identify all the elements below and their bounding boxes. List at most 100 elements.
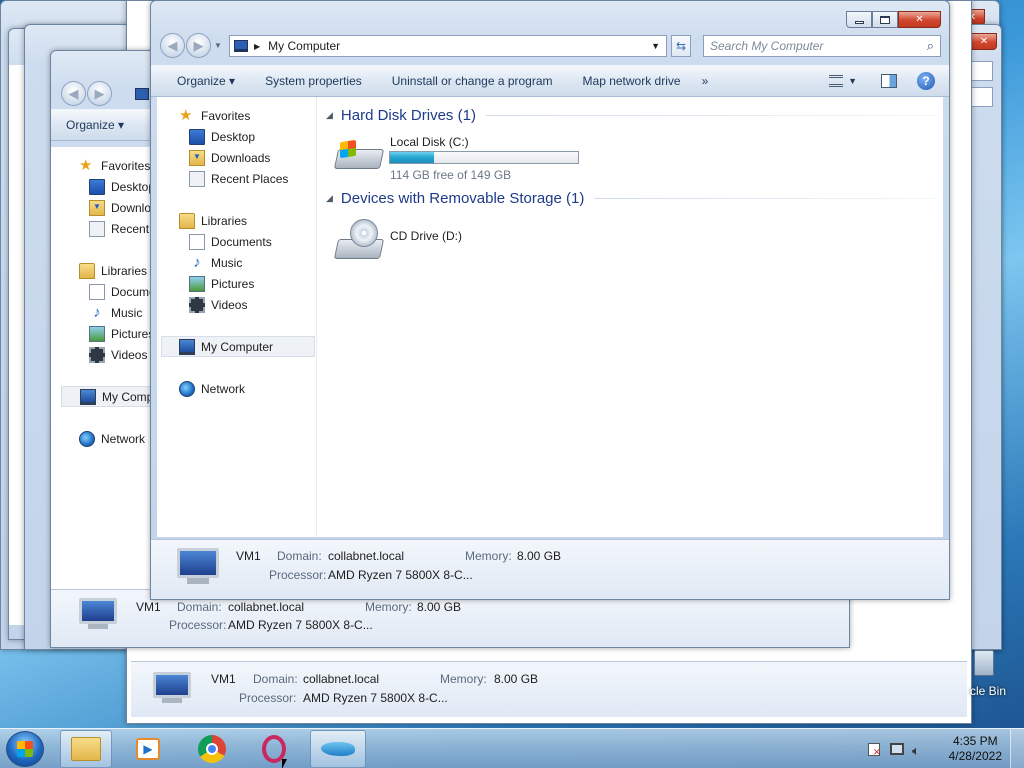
drive-local-disk-c[interactable]: Local Disk (C:) 114 GB free of 149 GB <box>333 131 594 182</box>
search-input[interactable]: Search My Computer ⌕ <box>703 35 941 57</box>
nav-videos[interactable]: Videos <box>189 294 247 315</box>
my-computer-window[interactable]: ✕ ◀ ▶ ▼ ▶ My Computer ▼ ⇆ Search My Comp… <box>150 0 950 600</box>
nav-desktop[interactable]: Desktop <box>189 126 255 147</box>
details-processor-value: AMD Ryzen 7 5800X 8-C... <box>328 568 473 582</box>
back-button[interactable]: ◀ <box>160 33 185 58</box>
address-bar[interactable]: ▶ My Computer ▼ <box>229 35 667 57</box>
details-domain-label: Domain: <box>177 600 222 614</box>
nav-music[interactable]: ♪ Music <box>89 302 142 323</box>
chrome-icon <box>198 735 226 763</box>
close-button[interactable]: ✕ <box>898 11 941 28</box>
maximize-icon <box>880 15 890 24</box>
navigation-pane: ★Favorites Desktop Downloads Recent Plac… <box>157 97 317 537</box>
computer-icon <box>179 338 195 355</box>
group-removable-storage[interactable]: ◢ Devices with Removable Storage (1) <box>326 190 938 207</box>
title-bar[interactable]: ✕ <box>151 1 949 29</box>
nav-network[interactable]: Network <box>79 428 145 449</box>
details-computer-name: VM1 <box>211 672 236 686</box>
nav-favorites[interactable]: ★ Favorites <box>79 155 150 176</box>
network-icon <box>79 430 95 447</box>
nav-documents[interactable]: Documents <box>189 231 272 252</box>
nav-pictures[interactable]: Pictures <box>89 323 154 344</box>
taskbar-opera[interactable] <box>248 730 300 768</box>
nav-recent[interactable]: Recent <box>89 218 149 239</box>
nav-downloads[interactable]: Downlo <box>89 197 151 218</box>
map-network-drive-button[interactable]: Map network drive <box>568 74 696 88</box>
recycle-bin-label: cle Bin <box>970 684 1007 698</box>
nav-libraries[interactable]: Libraries <box>79 260 147 281</box>
nav-recent-places[interactable]: Recent Places <box>189 168 288 189</box>
nav-favorites[interactable]: ★ Favorites <box>179 105 250 126</box>
address-dropdown-icon[interactable]: ▼ <box>651 41 660 51</box>
taskbar-media-player[interactable]: ▶ <box>122 730 174 768</box>
maximize-button[interactable] <box>872 11 898 28</box>
bottom-window-details-pane: VM1 Domain: collabnet.local Memory: 8.00… <box>131 661 967 717</box>
collapse-icon[interactable]: ◢ <box>326 110 333 121</box>
nav-music[interactable]: ♪ Music <box>189 252 242 273</box>
preview-pane-icon[interactable] <box>881 74 897 88</box>
nav-network[interactable]: Network <box>179 378 245 399</box>
drive-cd-d[interactable]: CD Drive (D:) <box>333 215 534 265</box>
downloads-icon <box>189 149 205 166</box>
system-properties-button[interactable]: System properties <box>250 74 377 88</box>
bg3-close-button[interactable]: ✕ <box>971 33 997 50</box>
back-button[interactable]: ◀ <box>61 81 86 106</box>
disk-usage-bar <box>389 151 579 164</box>
breadcrumb-arrow-icon[interactable]: ▶ <box>254 42 260 51</box>
computer-icon <box>177 548 221 588</box>
desktop-icon <box>89 178 105 195</box>
recent-places-icon <box>189 170 205 187</box>
computer-icon <box>234 40 248 52</box>
mouse-cursor-icon <box>282 759 292 768</box>
taskbar-chrome[interactable] <box>186 730 238 768</box>
refresh-button[interactable]: ⇆ <box>671 35 691 57</box>
search-icon[interactable]: ⌕ <box>927 38 934 54</box>
action-center-icon[interactable]: ✕ <box>868 743 881 757</box>
details-domain-value: collabnet.local <box>303 672 380 686</box>
recent-pages-dropdown[interactable]: ▼ <box>214 41 222 50</box>
music-icon: ♪ <box>93 303 101 321</box>
forward-button[interactable]: ▶ <box>87 81 112 106</box>
taskbar-windows-explorer[interactable] <box>60 730 112 768</box>
details-computer-name: VM1 <box>136 600 161 614</box>
taskbar: ▶ ✕ 🔈︎ 4:35 PM 4/28/2022 <box>0 728 1024 768</box>
breadcrumb-my-computer[interactable]: My Computer <box>268 39 340 53</box>
nav-videos[interactable]: Videos <box>89 344 147 365</box>
nav-my-computer[interactable]: My Computer <box>161 336 315 357</box>
minimize-button[interactable] <box>846 11 872 28</box>
drive-name: CD Drive (D:) <box>390 229 462 243</box>
organize-menu[interactable]: Organize ▾ <box>51 118 139 132</box>
help-icon[interactable]: ? <box>917 72 935 90</box>
refresh-icon: ⇆ <box>675 39 687 53</box>
pictures-icon <box>89 325 105 342</box>
nav-pictures[interactable]: Pictures <box>189 273 254 294</box>
taskbar-dolphin[interactable] <box>310 730 366 768</box>
volume-icon[interactable]: 🔈︎ <box>912 743 920 759</box>
forward-button[interactable]: ▶ <box>186 33 211 58</box>
organize-menu[interactable]: Organize ▾ <box>151 74 250 88</box>
clock[interactable]: 4:35 PM 4/28/2022 <box>949 734 1002 764</box>
dolphin-icon <box>321 742 355 756</box>
recent-places-icon <box>89 220 105 237</box>
uninstall-program-button[interactable]: Uninstall or change a program <box>377 74 568 88</box>
network-icon <box>179 380 195 397</box>
network-status-icon[interactable] <box>890 743 904 755</box>
drive-free-space: 114 GB free of 149 GB <box>390 168 512 182</box>
recycle-bin-shortcut[interactable]: cle Bin <box>970 648 1024 700</box>
change-view-icon[interactable] <box>829 75 843 87</box>
collapse-icon[interactable]: ◢ <box>326 193 333 204</box>
pictures-icon <box>189 275 205 292</box>
nav-libraries[interactable]: Libraries <box>179 210 247 231</box>
more-commands-button[interactable]: » <box>696 74 724 88</box>
view-dropdown-icon[interactable]: ▼ <box>848 76 857 86</box>
nav-desktop[interactable]: Desktop <box>89 176 155 197</box>
group-hard-disk-drives[interactable]: ◢ Hard Disk Drives (1) <box>326 107 938 124</box>
nav-documents[interactable]: Docume <box>89 281 156 302</box>
start-button[interactable] <box>6 731 44 767</box>
show-desktop-button[interactable] <box>1010 729 1024 768</box>
nav-downloads[interactable]: Downloads <box>189 147 270 168</box>
computer-icon <box>79 598 119 634</box>
details-memory-value: 8.00 GB <box>494 672 539 686</box>
star-icon: ★ <box>179 106 193 124</box>
cd-drive-icon <box>333 219 385 261</box>
